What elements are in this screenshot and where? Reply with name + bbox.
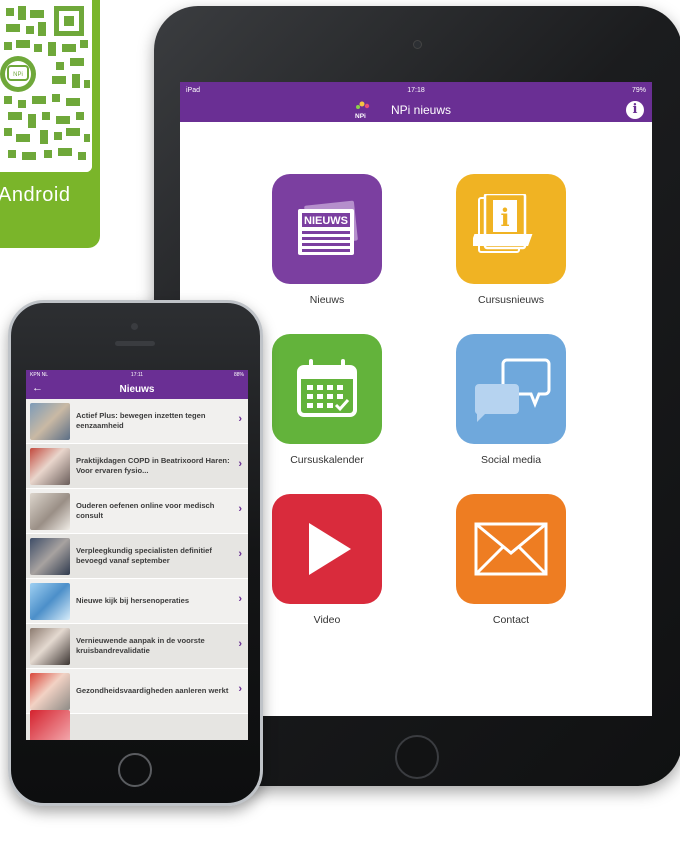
news-item[interactable] <box>26 710 248 740</box>
news-thumbnail <box>30 672 70 710</box>
chevron-right-icon: › <box>238 638 242 650</box>
news-title: Gezondheidsvaardigheden aanleren werkt <box>76 686 229 696</box>
tile-label-cursuskalender: Cursuskalender <box>290 454 364 466</box>
news-item[interactable]: Ouderen oefenen online voor medisch cons… <box>26 489 248 534</box>
chevron-right-icon: › <box>238 548 242 560</box>
news-title: Verpleegkundig specialisten definitief b… <box>76 546 212 565</box>
tile-label-video: Video <box>313 614 341 626</box>
ipad-title: NPi nieuws <box>390 103 452 117</box>
tile-social-media[interactable] <box>456 334 566 444</box>
iphone-home-button[interactable] <box>118 753 152 787</box>
iphone-status-bar: KPN NL 17:11 88% <box>26 370 248 380</box>
android-label: Android <box>0 184 71 206</box>
iphone-speaker <box>115 341 155 346</box>
ipad-status-bar: iPad 17:18 79% <box>180 82 652 98</box>
svg-text:NPi: NPi <box>13 72 23 78</box>
ipad-home-button[interactable] <box>395 735 439 779</box>
news-item[interactable]: Vernieuwende aanpak in de voorste kruisb… <box>26 624 248 669</box>
news-item[interactable]: Verpleegkundig specialisten definitief b… <box>26 534 248 579</box>
iphone-nav-bar: ← Nieuws <box>26 380 248 399</box>
iphone-camera <box>131 323 138 330</box>
news-title: Ouderen oefenen online voor medisch cons… <box>76 501 215 520</box>
chat-bubbles-icon <box>474 358 551 422</box>
news-title: Praktijkdagen COPD in Beatrixoord Haren:… <box>76 456 230 475</box>
iphone-clock: 17:11 <box>130 372 144 378</box>
ipad-camera <box>413 40 422 49</box>
chevron-right-icon: › <box>238 458 242 470</box>
iphone-device: KPN NL 17:11 88% ← Nieuws Actief Plus: b… <box>8 300 263 806</box>
news-thumbnail <box>30 710 70 740</box>
news-item[interactable]: Nieuwe kijk bij hersenoperaties › <box>26 579 248 624</box>
news-item[interactable]: Gezondheidsvaardigheden aanleren werkt › <box>26 669 248 714</box>
news-thumbnail <box>30 492 70 530</box>
npi-logo-text: NPi <box>355 113 366 120</box>
tile-label-cursusnieuws: Cursusnieuws <box>478 294 544 306</box>
newspaper-label: NIEUWS <box>304 215 348 227</box>
tile-cursusnieuws[interactable]: i <box>456 174 566 284</box>
chevron-right-icon: › <box>238 503 242 515</box>
news-title: Vernieuwende aanpak in de voorste kruisb… <box>76 636 205 655</box>
play-icon <box>309 523 351 575</box>
iphone-screen: KPN NL 17:11 88% ← Nieuws Actief Plus: b… <box>26 370 248 740</box>
tile-label-contact: Contact <box>492 614 530 626</box>
news-title: Actief Plus: bewegen inzetten tegen eenz… <box>76 411 206 430</box>
info-icon[interactable]: i <box>626 101 644 119</box>
tile-label-nieuws: Nieuws <box>309 294 345 306</box>
newspaper-icon: NIEUWS <box>298 200 358 255</box>
news-item[interactable]: Praktijkdagen COPD in Beatrixoord Haren:… <box>26 444 248 489</box>
iphone-title: Nieuws <box>119 384 155 395</box>
tile-video[interactable] <box>272 494 382 604</box>
android-qr-badge[interactable]: NPi Android <box>0 0 100 248</box>
ipad-clock: 17:18 <box>407 86 425 94</box>
chevron-right-icon: › <box>238 593 242 605</box>
ipad-nav-bar: NPi NPi nieuws i <box>180 98 652 122</box>
qr-code: NPi <box>0 0 92 172</box>
chevron-right-icon: › <box>238 683 242 695</box>
news-item[interactable]: Actief Plus: bewegen inzetten tegen eenz… <box>26 399 248 444</box>
news-thumbnail <box>30 447 70 485</box>
news-thumbnail <box>30 582 70 620</box>
promo-image: NPi Android iPad 17:18 79% NPi NPi nieuw… <box>0 0 680 843</box>
tile-contact[interactable] <box>456 494 566 604</box>
back-arrow-icon[interactable]: ← <box>32 382 43 394</box>
news-thumbnail <box>30 627 70 665</box>
info-document-icon: i <box>473 194 533 253</box>
chevron-right-icon: › <box>238 413 242 425</box>
news-thumbnail <box>30 537 70 575</box>
tile-nieuws[interactable]: NIEUWS <box>272 174 382 284</box>
tile-cursuskalender[interactable] <box>272 334 382 444</box>
tile-label-social-media: Social media <box>480 454 542 466</box>
npi-logo-icon: NPi <box>352 100 374 120</box>
info-doc-letter: i <box>500 203 509 232</box>
news-title: Nieuwe kijk bij hersenoperaties <box>76 596 190 606</box>
news-thumbnail <box>30 402 70 440</box>
envelope-icon <box>474 522 548 576</box>
calendar-icon <box>297 359 357 417</box>
